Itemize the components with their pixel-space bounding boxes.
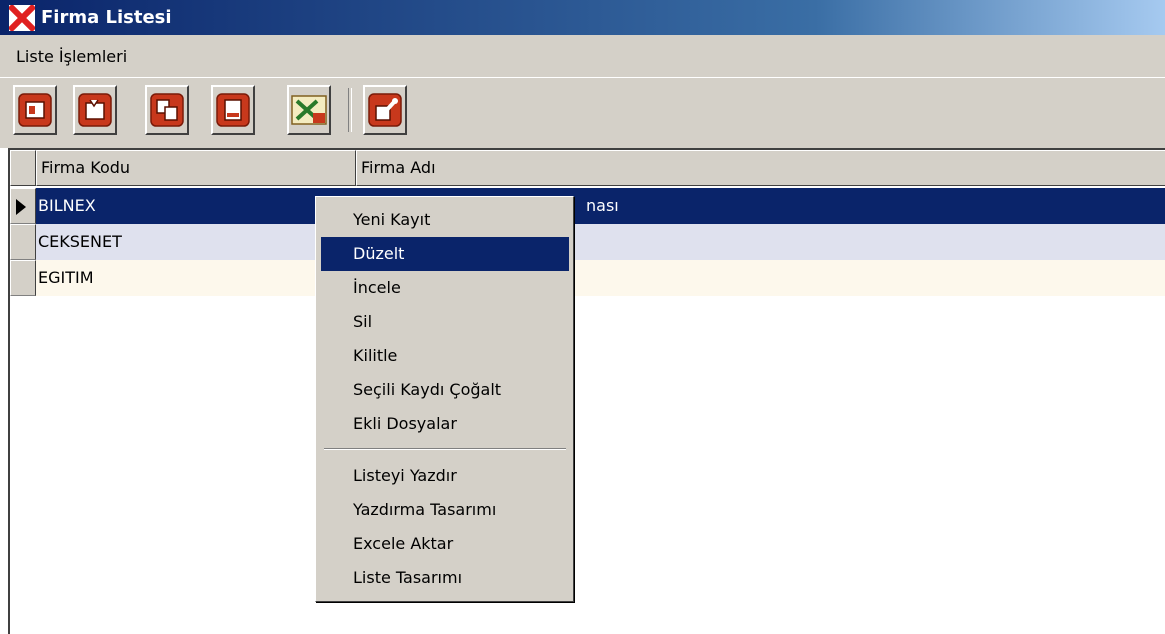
menu-item-secili-kaydi-cogalt[interactable]: Seçili Kaydı Çoğalt [321, 373, 569, 407]
edit-record-button[interactable] [73, 85, 117, 135]
new-record-icon [18, 93, 52, 127]
grid-header: Firma Kodu Firma Adı [10, 150, 1165, 186]
table-row[interactable]: BILNEX nası [10, 188, 1165, 224]
menu-item-sil[interactable]: Sil [321, 305, 569, 339]
column-header-firma-adi[interactable]: Firma Adı [356, 150, 1165, 186]
copy-record-icon [150, 93, 184, 127]
menu-item-excele-aktar[interactable]: Excele Aktar [321, 527, 569, 561]
header-indicator-cell [10, 150, 36, 186]
menu-item-kilitle[interactable]: Kilitle [321, 339, 569, 373]
row-indicator [10, 188, 36, 224]
menu-separator [324, 448, 566, 450]
menu-bar: Liste İşlemleri [0, 35, 1165, 77]
menu-item-yazdirma-tasarimi[interactable]: Yazdırma Tasarımı [321, 493, 569, 527]
copy-record-button[interactable] [145, 85, 189, 135]
row-indicator [10, 224, 36, 260]
settings-icon [368, 93, 402, 127]
menu-item-duzelt[interactable]: Düzelt [321, 237, 569, 271]
excel-export-button[interactable] [287, 85, 331, 135]
menu-item-listeyi-yazdir[interactable]: Listeyi Yazdır [321, 459, 569, 493]
edit-record-icon [78, 93, 112, 127]
print-icon [216, 93, 250, 127]
menu-item-ekli-dosyalar[interactable]: Ekli Dosyalar [321, 407, 569, 441]
new-record-button[interactable] [13, 85, 57, 135]
table-row[interactable]: EGITIM [10, 260, 1165, 296]
toolbar [0, 77, 1165, 148]
row-indicator [10, 260, 36, 296]
menu-liste-islemleri[interactable]: Liste İşlemleri [16, 47, 127, 66]
title-bar: Firma Listesi [0, 0, 1165, 35]
context-menu: Yeni Kayıt Düzelt İncele Sil Kilitle Seç… [315, 196, 574, 602]
toolbar-separator [348, 88, 352, 132]
menu-item-incele[interactable]: İncele [321, 271, 569, 305]
print-button[interactable] [211, 85, 255, 135]
cell-firma-kodu[interactable]: BILNEX [36, 188, 356, 224]
settings-button[interactable] [363, 85, 407, 135]
app-x-icon [9, 4, 35, 31]
menu-item-liste-tasarimi[interactable]: Liste Tasarımı [321, 561, 569, 595]
cell-firma-kodu[interactable]: CEKSENET [36, 224, 356, 260]
window-title: Firma Listesi [41, 7, 172, 28]
current-row-arrow-icon [16, 199, 26, 215]
cell-firma-kodu[interactable]: EGITIM [36, 260, 356, 296]
company-grid[interactable]: Firma Kodu Firma Adı BILNEX nası CEKSENE… [8, 148, 1165, 634]
column-header-firma-kodu[interactable]: Firma Kodu [36, 150, 356, 186]
excel-export-icon [291, 95, 327, 125]
menu-item-yeni-kayit[interactable]: Yeni Kayıt [321, 203, 569, 237]
table-row[interactable]: CEKSENET [10, 224, 1165, 260]
